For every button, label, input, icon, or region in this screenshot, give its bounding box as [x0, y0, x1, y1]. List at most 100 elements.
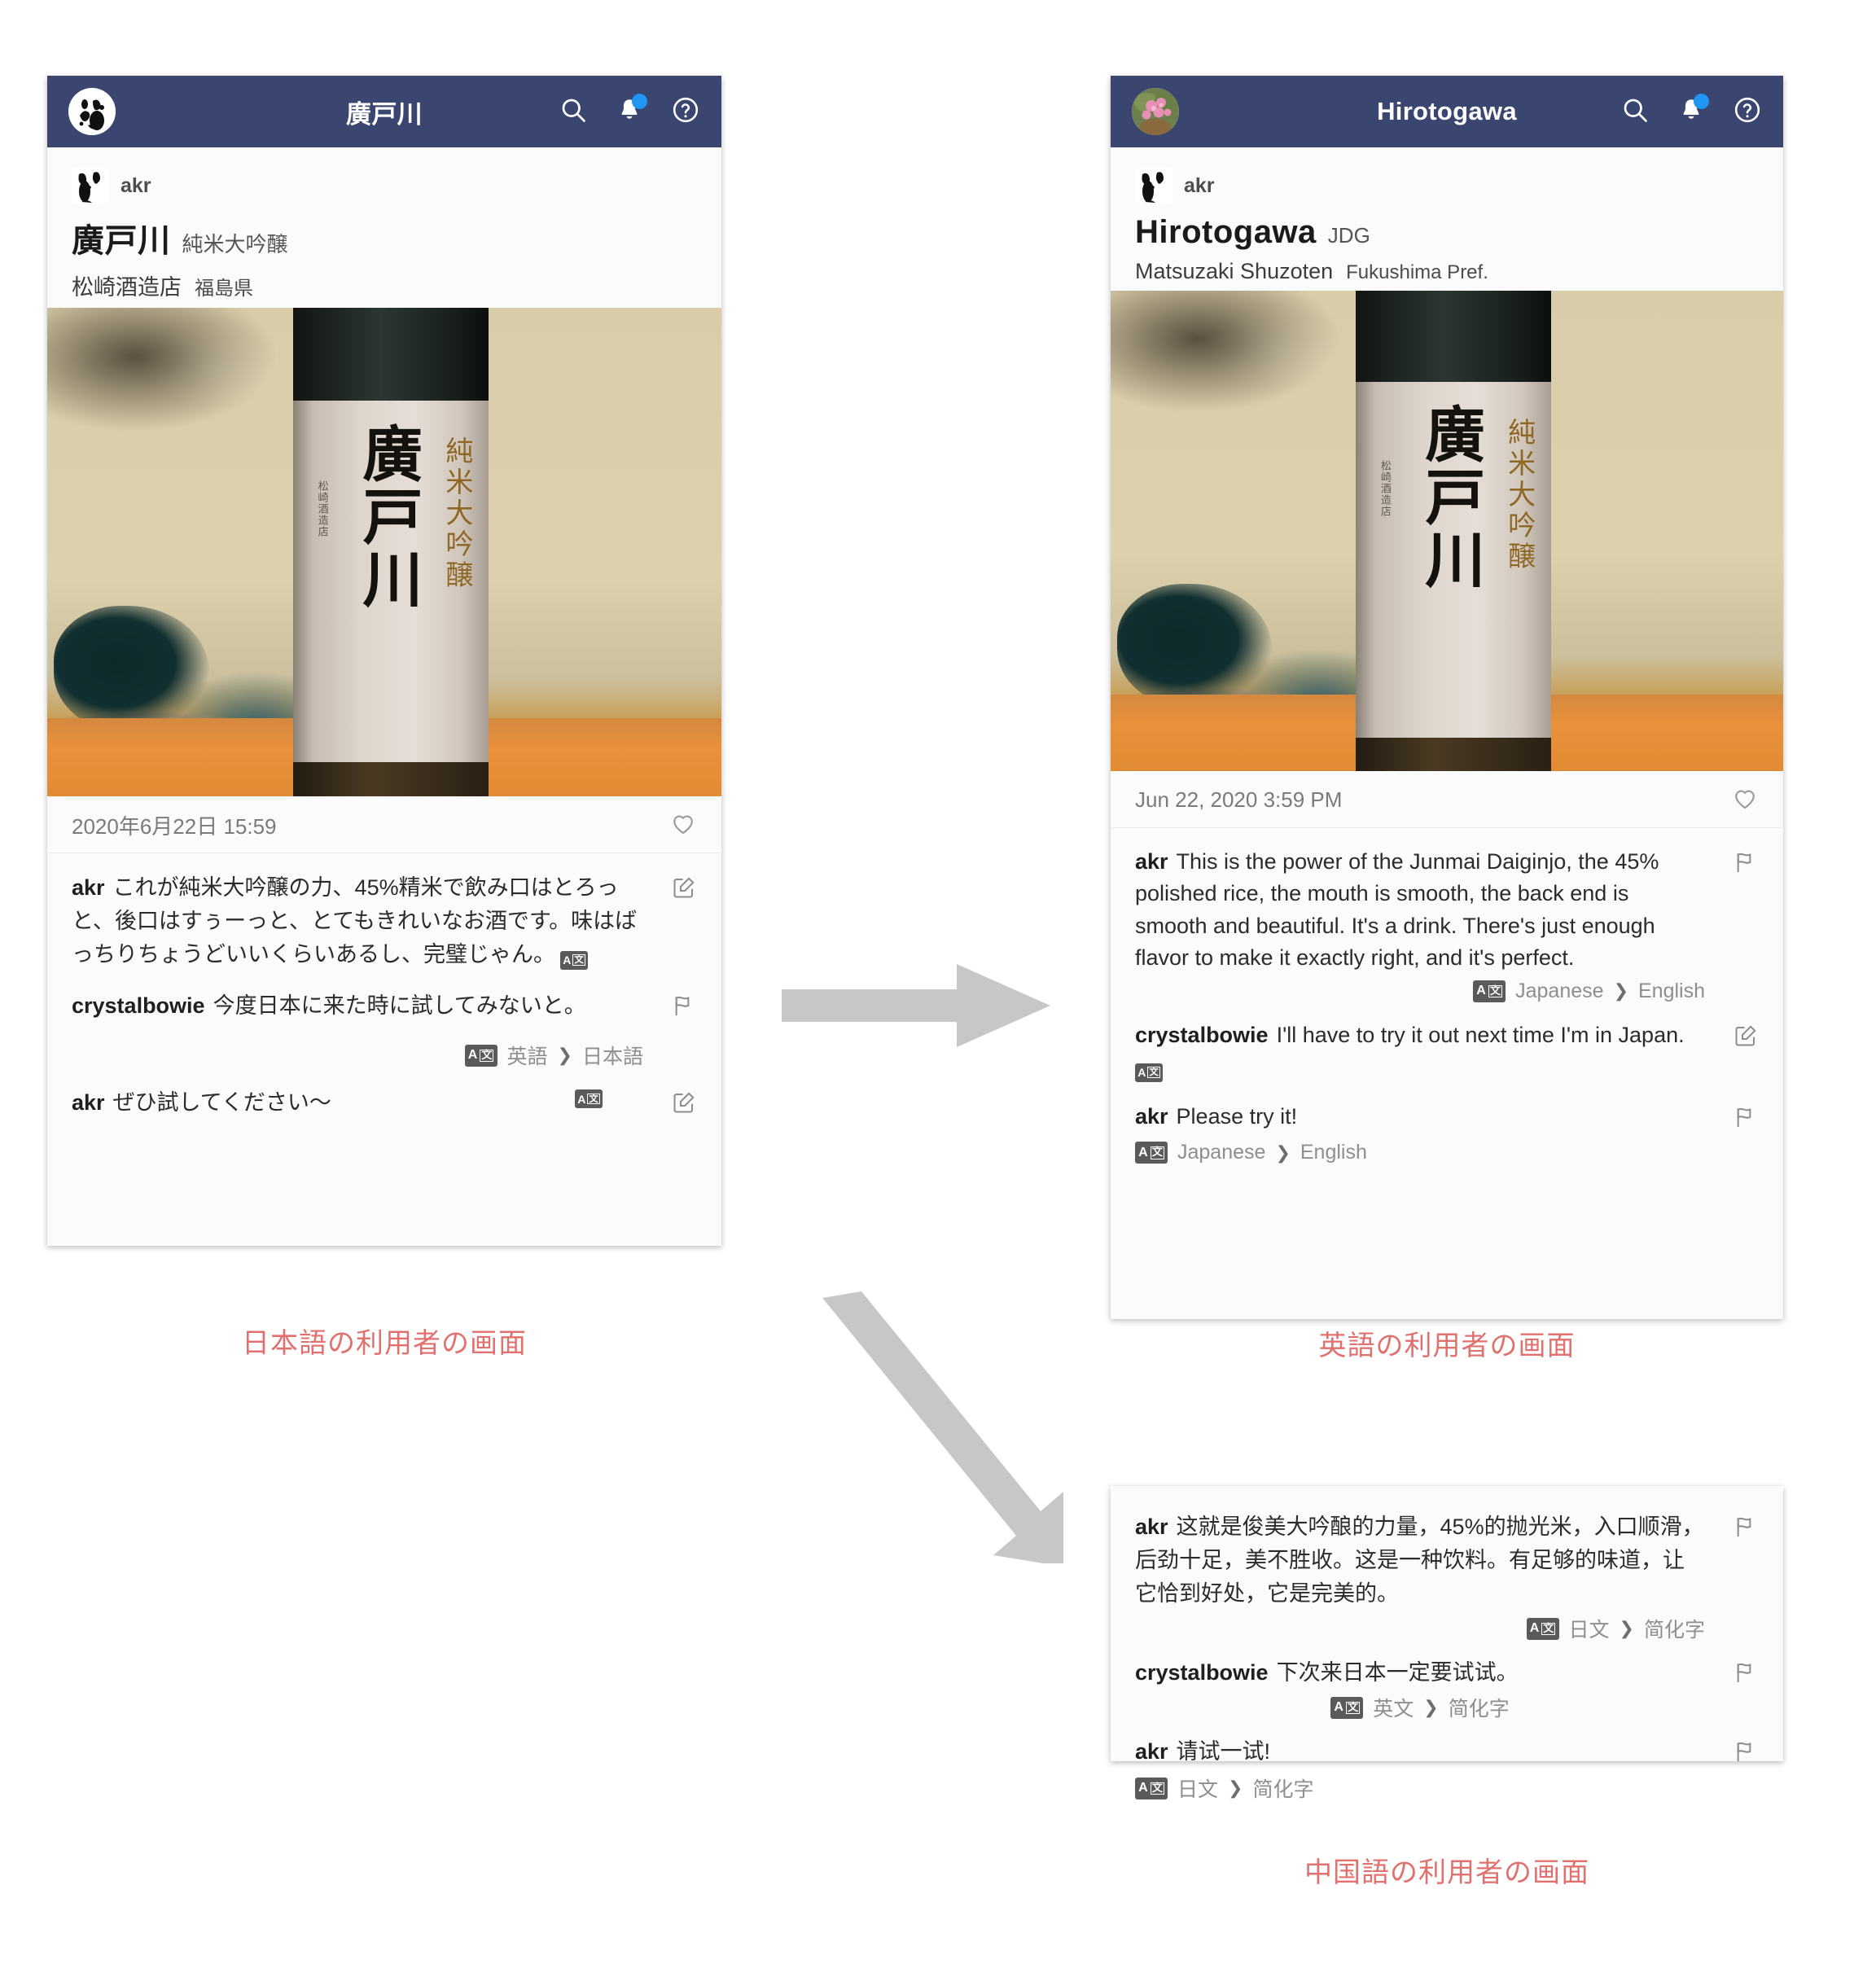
translation-info-line[interactable]: A文 英文 ❯ 简化字	[1135, 1693, 1759, 1722]
flag-icon[interactable]	[1733, 1514, 1759, 1544]
post-meta-row: Jun 22, 2020 3:59 PM	[1111, 771, 1783, 828]
chevron-right-icon: ❯	[1228, 1778, 1243, 1799]
comment-text: crystalbowie I'll have to try it out next…	[1135, 1019, 1705, 1084]
arrow-down-right-icon	[822, 1291, 1063, 1563]
comment-text: akr これが純米大吟醸の力、45%精米で飲み口はとろっと、後口はすぅーっと、とて…	[72, 871, 643, 971]
brewery-row: 松崎酒造店 福島県	[72, 270, 697, 301]
comment-text: akr Please try it!	[1135, 1101, 1705, 1133]
bell-icon[interactable]	[1677, 93, 1709, 128]
chevron-right-icon: ❯	[1275, 1142, 1291, 1163]
sake-title-row: 廣戸川 純米大吟醸	[72, 214, 697, 261]
edit-icon[interactable]	[1733, 1023, 1759, 1053]
flag-icon[interactable]	[1733, 1104, 1759, 1134]
search-icon[interactable]	[559, 95, 588, 129]
flag-icon[interactable]	[671, 993, 697, 1023]
comment-text: crystalbowie 今度日本に来た時に試してみないと。	[72, 989, 643, 1023]
comment-item: akr Please try it!	[1135, 1101, 1759, 1134]
comment-text: akr This is the power of the Junmai Daigi…	[1135, 846, 1705, 975]
comment-text: crystalbowie 下次来日本一定要试试。	[1135, 1656, 1705, 1690]
sake-photo[interactable]: 松崎酒造店 廣戸川 純米大吟醸	[1111, 291, 1783, 771]
comment-content: 下次来日本一定要试试。	[1276, 1660, 1519, 1685]
post-author-row[interactable]: akr	[72, 167, 697, 204]
translate-badge-icon[interactable]: A文	[575, 1089, 603, 1109]
comment-author[interactable]: akr	[1135, 1515, 1168, 1539]
comment-content: Please try it!	[1176, 1104, 1298, 1129]
comment-item: akr これが純米大吟醸の力、45%精米で飲み口はとろっと、後口はすぅーっと、とて…	[72, 871, 697, 971]
brewery-row: Matsuzaki Shuzoten Fukushima Pref.	[1135, 259, 1759, 284]
translation-info-line[interactable]: A文 Japanese ❯ English	[1135, 980, 1759, 1003]
comment-author[interactable]: akr	[72, 875, 105, 900]
comment-author[interactable]: akr	[1135, 849, 1168, 874]
app-bar-english: Hirotogawa	[1111, 76, 1783, 147]
comment-text: akr ぜひ試してください〜	[72, 1086, 575, 1120]
translation-info-line[interactable]: A文 日文 ❯ 简化字	[1135, 1773, 1759, 1803]
edit-icon[interactable]	[671, 1089, 697, 1120]
heart-icon[interactable]	[1731, 784, 1759, 816]
brewery-name: Matsuzaki Shuzoten	[1135, 259, 1334, 283]
user-avatar-dog[interactable]	[68, 88, 116, 135]
notification-badge-dot	[632, 93, 647, 109]
post-author-row[interactable]: akr	[1135, 167, 1759, 204]
lang-target: English	[1300, 1141, 1367, 1164]
comment-content: 请试一试!	[1176, 1739, 1271, 1764]
brewery-prefecture: 福島県	[195, 278, 253, 300]
user-avatar-flower[interactable]	[1132, 88, 1179, 135]
comment-author[interactable]: akr	[1135, 1739, 1168, 1764]
sake-name: 廣戸川	[72, 223, 171, 259]
chevron-right-icon: ❯	[1613, 980, 1628, 1002]
comment-content: ぜひ試してください〜	[112, 1090, 331, 1116]
sake-title-row: Hirotogawa JDG	[1135, 214, 1759, 251]
translate-badge-icon[interactable]: A文	[1135, 1063, 1163, 1082]
comment-author[interactable]: akr	[1135, 1104, 1168, 1129]
translate-badge-icon[interactable]: A文	[1330, 1696, 1364, 1719]
help-icon[interactable]	[671, 95, 700, 129]
comment-author[interactable]: crystalbowie	[1135, 1023, 1269, 1047]
edit-icon[interactable]	[671, 875, 697, 905]
post-header-english: akr Hirotogawa JDG Matsuzaki Shuzoten Fu…	[1111, 147, 1783, 291]
comment-author[interactable]: crystalbowie	[72, 993, 205, 1018]
comment-item: akr 这就是俊美大吟酿的力量，45%的抛光米，入口顺滑，后劲十足，美不胜收。这是…	[1135, 1510, 1759, 1611]
avatar[interactable]	[1135, 167, 1172, 204]
translate-badge-icon[interactable]: A文	[1526, 1617, 1559, 1640]
heart-icon[interactable]	[669, 809, 697, 841]
translate-badge-icon[interactable]: A文	[1135, 1777, 1168, 1799]
help-icon[interactable]	[1733, 95, 1762, 129]
comment-item: akr 请试一试!	[1135, 1735, 1759, 1769]
app-bar-japanese: 廣戸川	[47, 76, 721, 147]
post-timestamp: Jun 22, 2020 3:59 PM	[1135, 787, 1343, 812]
translate-badge-icon[interactable]: A文	[464, 1044, 497, 1067]
comment-content: 这就是俊美大吟酿的力量，45%的抛光米，入口顺滑，后劲十足，美不胜收。这是一种饮…	[1135, 1515, 1704, 1607]
post-author-name: akr	[1184, 173, 1215, 197]
caption-english-panel: 英語の利用者の画面	[1318, 1330, 1576, 1361]
comments-list-japanese: akr これが純米大吟醸の力、45%精米で飲み口はとろっと、後口はすぅーっと、とて…	[47, 853, 721, 1141]
caption-japanese-panel: 日本語の利用者の画面	[242, 1328, 527, 1359]
lang-source: 英文	[1373, 1698, 1414, 1721]
flag-icon[interactable]	[1733, 1738, 1759, 1769]
translation-info-line[interactable]: A文 英語 ❯ 日本語	[72, 1041, 697, 1070]
translate-badge-icon[interactable]: A文	[560, 950, 588, 970]
comment-author[interactable]: crystalbowie	[1135, 1660, 1269, 1685]
lang-source: Japanese	[1177, 1141, 1266, 1164]
comment-author[interactable]: akr	[72, 1090, 105, 1115]
avatar[interactable]	[72, 167, 109, 204]
chevron-right-icon: ❯	[557, 1045, 572, 1066]
lang-target: English	[1638, 979, 1705, 1002]
brewery-name: 松崎酒造店	[72, 275, 182, 300]
translation-info-line[interactable]: A文 日文 ❯ 简化字	[1135, 1614, 1759, 1643]
search-icon[interactable]	[1620, 95, 1650, 129]
lang-source: 日文	[1568, 1619, 1610, 1642]
flag-icon[interactable]	[1733, 849, 1759, 879]
sake-grade: JDG	[1327, 223, 1370, 248]
flag-icon[interactable]	[1733, 1659, 1759, 1690]
translation-info-line[interactable]: A文 Japanese ❯ English	[1135, 1141, 1759, 1164]
bell-icon[interactable]	[616, 93, 647, 128]
comment-item: akr ぜひ試してください〜 A文	[72, 1086, 697, 1120]
sake-photo[interactable]: 松崎酒造店 廣戸川 純米大吟醸	[47, 308, 721, 796]
caption-chinese-panel: 中国語の利用者の画面	[1304, 1857, 1589, 1888]
post-timestamp: 2020年6月22日 15:59	[72, 814, 277, 839]
comments-list-chinese: akr 这就是俊美大吟酿的力量，45%的抛光米，入口顺滑，后劲十足，美不胜收。这是…	[1111, 1486, 1783, 1819]
comment-item: crystalbowie 下次来日本一定要试试。	[1135, 1656, 1759, 1690]
chinese-user-panel: akr 这就是俊美大吟酿的力量，45%的抛光米，入口顺滑，后劲十足，美不胜收。这是…	[1111, 1486, 1783, 1801]
translate-badge-icon[interactable]: A文	[1473, 980, 1506, 1002]
translate-badge-icon[interactable]: A文	[1135, 1142, 1168, 1164]
